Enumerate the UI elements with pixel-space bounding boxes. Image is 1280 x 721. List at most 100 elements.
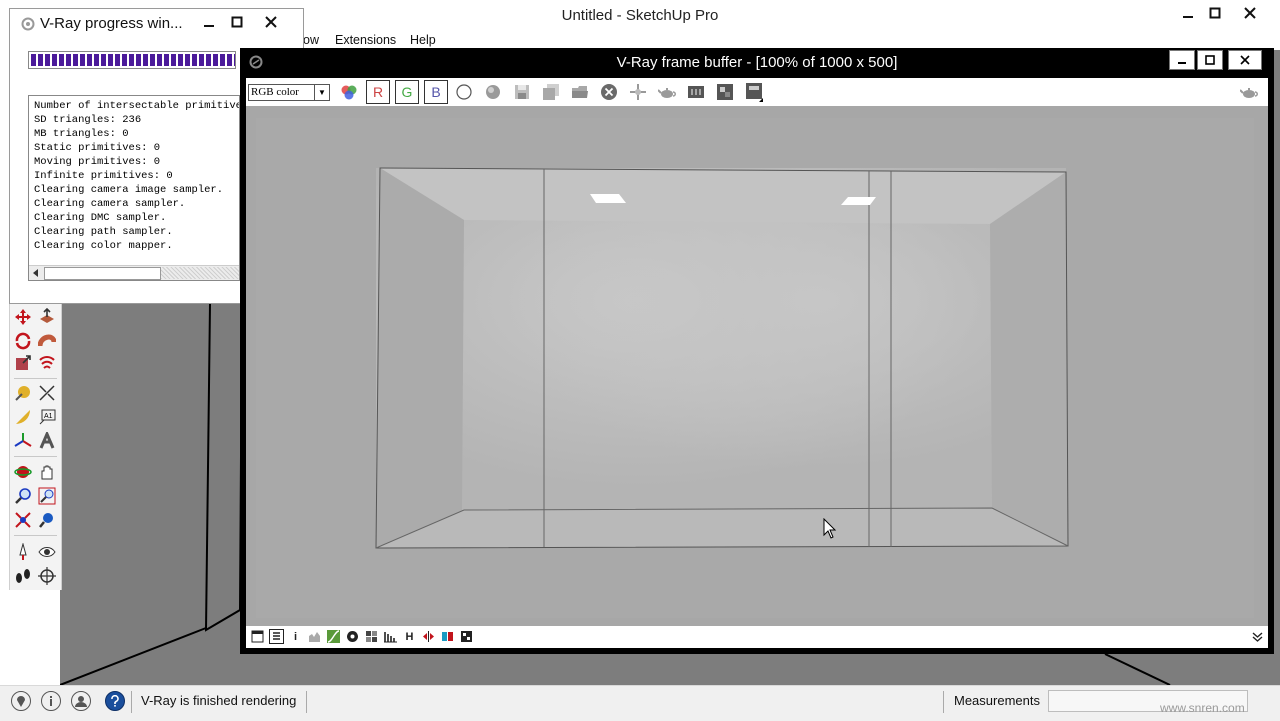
green-channel-button[interactable]: G [395,80,419,104]
expand-panel-button[interactable] [1250,629,1265,644]
color-channel-select[interactable]: RGB color ▼ [248,84,330,101]
geolocation-icon[interactable] [11,691,31,711]
curve-tool[interactable] [326,629,341,644]
panel-icon [746,83,763,102]
eye-icon [38,547,56,557]
dimension-icon [39,385,55,401]
save-image-button[interactable] [513,83,531,101]
show-corrections-button[interactable] [716,83,734,101]
scroll-thumb[interactable] [44,267,161,280]
save-all-button[interactable] [542,83,560,101]
alpha-channel-button[interactable] [455,83,473,101]
stamp-tool[interactable] [440,629,455,644]
position-camera-tool[interactable] [12,541,34,563]
maximize-button[interactable] [1198,0,1232,26]
load-image-button[interactable] [571,83,589,101]
instructor-help-icon[interactable] [105,691,125,711]
progress-close-button[interactable] [258,9,284,35]
curve-icon [327,630,340,643]
status-divider [306,691,307,713]
look-around-tool[interactable] [36,541,58,563]
white-circle-icon [456,84,472,100]
pan-tool[interactable] [36,461,58,483]
offset-tool[interactable] [36,352,58,374]
walk-tool[interactable] [12,565,34,587]
rendered-image[interactable] [246,106,1268,626]
info-tool[interactable]: i [288,629,303,644]
move-tool[interactable] [12,306,34,328]
dimension-tool[interactable] [36,382,58,404]
render-last-button[interactable] [658,83,676,101]
measurements-label: Measurements [954,693,1040,708]
zoom-window-tool[interactable] [36,485,58,507]
position-camera-icon [19,543,27,560]
frame-buffer-bottom-toolbar: i H [246,626,1268,648]
show-vfb-history-button[interactable] [687,83,705,101]
offset-icon [39,356,55,369]
protractor-tool[interactable] [12,406,34,428]
menu-extensions[interactable]: Extensions [335,33,396,47]
text-icon: A1 [39,409,56,425]
menu-window[interactable]: ow [303,33,319,47]
log-line: Number of intersectable primitives [34,100,240,112]
show-info-panel-button[interactable] [745,83,763,102]
histogram-tool[interactable]: H [402,629,417,644]
user-account-icon[interactable] [71,691,91,711]
footprints-icon [16,569,30,583]
rgb-circles-icon [341,85,357,100]
close-icon [1240,55,1250,65]
blue-channel-button[interactable]: B [424,80,448,104]
levels-tool[interactable] [307,629,322,644]
gear-icon [461,631,472,642]
progress-minimize-button[interactable] [196,9,222,35]
rendered-room [256,118,1254,618]
tool-separator [14,535,57,536]
vray-logo-icon [21,17,35,31]
teapot-icon [658,88,676,98]
text-tool[interactable]: A1 [36,406,58,428]
zoom-extents-tool[interactable] [12,509,34,531]
3d-text-tool[interactable] [36,430,58,452]
settings-tool[interactable] [459,629,474,644]
credits-icon[interactable] [41,691,61,711]
track-mouse-button[interactable] [629,83,647,101]
zoom-tool[interactable] [12,485,34,507]
rotate-tool[interactable] [12,330,34,352]
monochrome-button[interactable] [484,83,502,101]
window-icon [251,630,264,643]
white-balance-tool[interactable] [364,629,379,644]
fb-minimize-button[interactable] [1169,50,1195,70]
log-tool[interactable] [269,629,284,644]
svg-text:A1: A1 [44,413,53,420]
progress-maximize-button[interactable] [224,9,250,35]
fb-maximize-button[interactable] [1197,50,1223,70]
red-channel-button[interactable]: R [366,80,390,104]
close-button[interactable] [1233,0,1267,26]
tape-measure-tool[interactable] [12,382,34,404]
rgb-channels-button[interactable] [340,83,358,101]
close-icon [1244,7,1256,19]
scroll-left-button[interactable] [29,266,43,279]
push-pull-tool[interactable] [36,306,58,328]
render-teapot-button[interactable] [1240,83,1258,101]
watermark: www.snren.com [1160,701,1245,715]
menu-help[interactable]: Help [410,33,436,47]
minimize-icon [204,25,214,27]
lens-effects-tool[interactable] [383,629,398,644]
axes-tool[interactable] [12,430,34,452]
section-plane-tool[interactable] [36,565,58,587]
scale-tool[interactable] [12,352,34,374]
exposure-tool[interactable] [345,629,360,644]
corrections-icon [717,84,733,100]
previous-view-tool[interactable] [36,509,58,531]
clear-x-icon [601,84,617,100]
fb-close-button[interactable] [1228,50,1262,70]
follow-me-tool[interactable] [36,330,58,352]
compare-tool[interactable] [421,629,436,644]
clear-image-button[interactable] [600,83,618,101]
color-corrections-tool[interactable] [250,629,265,644]
log-horizontal-scrollbar[interactable] [29,265,239,280]
orbit-tool[interactable] [12,461,34,483]
render-log[interactable]: Number of intersectable primitives SD tri… [28,95,240,281]
close-icon [265,16,277,28]
